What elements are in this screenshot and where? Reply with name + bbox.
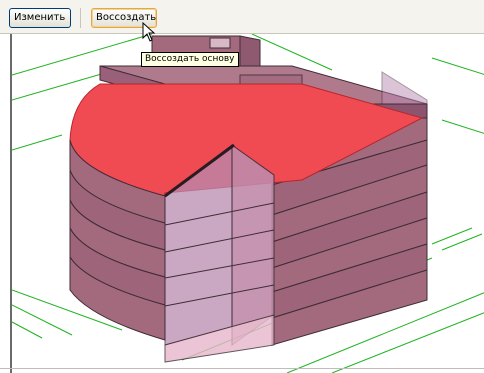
3d-viewport[interactable] <box>10 34 484 373</box>
toolbar: Изменить Воссоздать <box>0 0 484 34</box>
edit-button[interactable]: Изменить <box>9 8 71 28</box>
status-divider <box>0 368 484 369</box>
tooltip: Воссоздать основу <box>141 52 239 67</box>
mouse-pointer-icon <box>142 22 156 42</box>
building-model <box>12 34 484 373</box>
toolbar-separator <box>80 8 81 28</box>
